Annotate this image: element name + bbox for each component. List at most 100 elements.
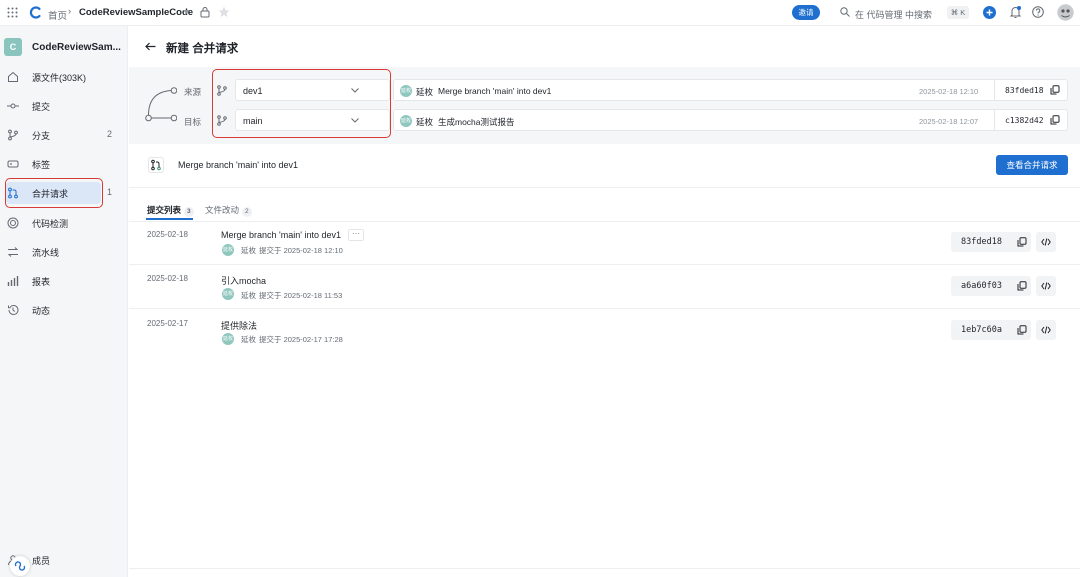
annotation-highlight-branches	[212, 69, 391, 138]
assistant-float-button[interactable]	[10, 556, 30, 576]
help-icon[interactable]	[1032, 6, 1044, 18]
compare-connector-icon	[145, 87, 177, 123]
logo-icon[interactable]	[29, 6, 42, 19]
author-avatar: 延枚	[222, 288, 234, 300]
commit-title[interactable]: 引入mocha	[221, 274, 266, 287]
tab-commits[interactable]: 提交列表 3	[147, 204, 194, 217]
commit-meta: 提交于 2025-02-18 12:10	[259, 246, 343, 255]
add-icon[interactable]	[983, 6, 996, 19]
bell-icon[interactable]	[1009, 5, 1022, 19]
commit-hash: a6a60f03	[961, 281, 1002, 291]
sidebar-item-commits[interactable]: 提交	[0, 92, 128, 120]
source-label: 来源	[184, 87, 202, 97]
sidebar-item-label: 成员	[32, 556, 51, 566]
sidebar-item-code-scan[interactable]: 代码检测	[0, 209, 128, 237]
source-commit-bar: 延枚 延枚 Merge branch 'main' into dev1 2025…	[393, 79, 1068, 101]
tag-icon	[7, 158, 19, 170]
sidebar-item-branches[interactable]: 分支 2	[0, 121, 128, 149]
copy-icon[interactable]	[1017, 237, 1027, 247]
commit-hash[interactable]: c1382d42	[1005, 116, 1044, 125]
commit-hash: 1eb7c60a	[961, 325, 1002, 335]
commit-date: 2025-02-18	[147, 230, 188, 239]
browse-code-button[interactable]	[1036, 232, 1056, 252]
copy-icon[interactable]	[1017, 281, 1027, 291]
commit-date: 2025-02-18 12:10	[919, 87, 979, 96]
star-icon[interactable]	[218, 6, 230, 18]
repo-title[interactable]: CodeReviewSam...	[32, 42, 121, 53]
sidebar-item-reports[interactable]: 报表	[0, 267, 128, 295]
copy-icon[interactable]	[1050, 115, 1060, 125]
caret-down-icon[interactable]	[183, 10, 190, 15]
user-avatar[interactable]	[1057, 4, 1074, 21]
commit-message[interactable]: Merge branch 'main' into dev1	[438, 86, 551, 96]
sidebar-item-files[interactable]: 源文件(303K)	[0, 63, 128, 91]
view-merge-request-button[interactable]: 查看合并请求	[996, 155, 1068, 175]
divider	[994, 80, 995, 100]
row-divider	[129, 264, 1080, 265]
commit-meta: 提交于 2025-02-18 11:53	[259, 291, 343, 300]
pipeline-icon	[7, 246, 19, 258]
page-title: 新建 合并请求	[166, 43, 239, 55]
commit-title[interactable]: 提供除法	[221, 319, 257, 332]
sidebar-item-label: 流水线	[32, 248, 60, 258]
sidebar-item-count: 1	[106, 187, 112, 197]
author-avatar: 延枚	[400, 85, 412, 97]
commit-hash-box[interactable]: 1eb7c60a	[951, 320, 1031, 340]
merge-request-icon	[148, 157, 164, 173]
sidebar-item-tags[interactable]: 标签	[0, 150, 128, 178]
target-commit-bar: 延枚 延枚 生成mocha测试报告 2025-02-18 12:07 c1382…	[393, 109, 1068, 131]
sidebar-item-label: 提交	[32, 102, 51, 112]
breadcrumb-repo[interactable]: CodeReviewSampleCode	[79, 7, 193, 18]
commit-meta: 提交于 2025-02-17 17:28	[259, 335, 343, 344]
target-label: 目标	[184, 117, 202, 127]
commit-title[interactable]: Merge branch 'main' into dev1	[221, 230, 341, 240]
commit-date: 2025-02-18 12:07	[919, 117, 979, 126]
sidebar-item-label: 源文件(303K)	[32, 73, 87, 83]
branch-icon	[7, 129, 19, 141]
sidebar-item-pipeline[interactable]: 流水线	[0, 238, 128, 266]
copy-icon[interactable]	[1017, 325, 1027, 335]
search-icon	[840, 7, 850, 17]
more-button[interactable]: ···	[348, 229, 364, 241]
commit-icon	[7, 100, 19, 112]
sidebar-item-count: 2	[106, 129, 112, 139]
author-avatar: 延枚	[400, 115, 412, 127]
commit-hash-box[interactable]: 83fded18	[951, 232, 1031, 252]
bottom-divider	[129, 568, 1080, 569]
commit-author: 延枚	[241, 291, 256, 300]
tab-label: 提交列表	[147, 205, 182, 215]
browse-code-button[interactable]	[1036, 276, 1056, 296]
search-input[interactable]: 在 代码管理 中搜索	[855, 8, 932, 21]
home-icon	[7, 71, 19, 83]
annotation-highlight-sidebar	[5, 178, 103, 208]
breadcrumb-chevron-icon: ›	[68, 6, 72, 17]
commit-hash-box[interactable]: a6a60f03	[951, 276, 1031, 296]
commit-author: 延枚	[241, 246, 256, 255]
code-icon	[1041, 282, 1051, 290]
app-grid-icon[interactable]	[7, 7, 18, 18]
copy-icon[interactable]	[1050, 85, 1060, 95]
repo-avatar: C	[4, 38, 22, 56]
row-divider	[129, 308, 1080, 309]
commit-message[interactable]: 生成mocha测试报告	[438, 116, 515, 128]
scan-icon	[7, 217, 19, 229]
tab-count: 2	[242, 207, 252, 217]
back-arrow-icon[interactable]	[145, 42, 156, 51]
commit-author: 延枚	[416, 87, 434, 97]
sidebar-item-label: 代码检测	[32, 219, 69, 229]
commit-hash[interactable]: 83fded18	[1005, 86, 1044, 95]
tab-count: 3	[184, 207, 194, 217]
commit-author: 延枚	[416, 117, 434, 127]
breadcrumb-home[interactable]: 首页	[48, 8, 67, 22]
tab-file-changes[interactable]: 文件改动 2	[205, 204, 252, 217]
sidebar-item-label: 分支	[32, 131, 51, 141]
history-icon	[7, 304, 19, 316]
divider	[994, 110, 995, 130]
author-avatar: 延枚	[222, 244, 234, 256]
tab-label: 文件改动	[205, 205, 240, 215]
invite-button[interactable]: 邀请	[792, 5, 820, 20]
browse-code-button[interactable]	[1036, 320, 1056, 340]
commit-date: 2025-02-17	[147, 319, 188, 328]
sidebar-item-activity[interactable]: 动态	[0, 296, 128, 324]
lock-icon	[200, 6, 210, 18]
